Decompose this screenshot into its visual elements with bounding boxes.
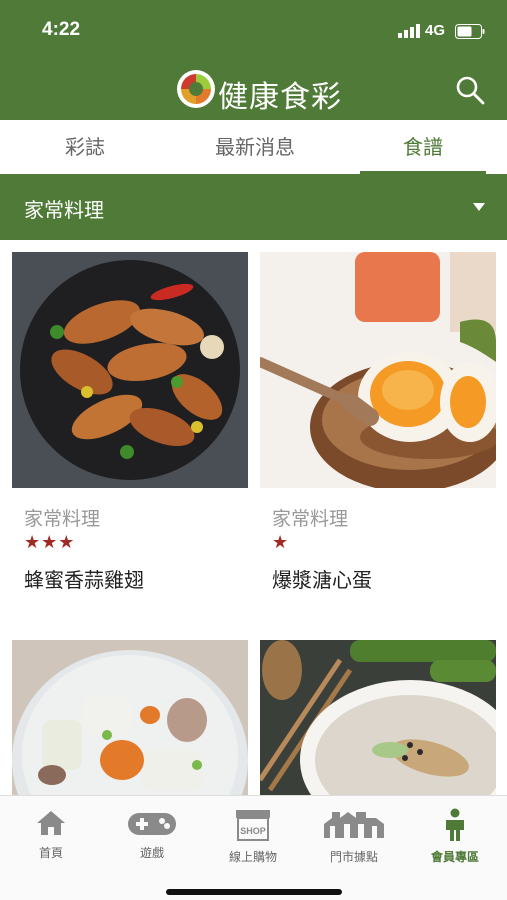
logo-icon — [177, 70, 215, 108]
home-indicator[interactable] — [166, 889, 342, 895]
nav-item-games[interactable]: 遊戲 — [107, 808, 197, 861]
nav-item-shop[interactable]: SHOP 線上購物 — [208, 808, 298, 865]
recipe-name: 爆漿溏心蛋 — [272, 568, 372, 592]
recipe-card[interactable] — [260, 640, 496, 795]
recipe-name: 蜂蜜香蒜雞翅 — [24, 568, 144, 592]
category-dropdown-label: 家常料理 — [24, 198, 104, 222]
recipe-photo-congee — [260, 640, 496, 795]
battery-icon — [455, 24, 485, 39]
tab-recipes[interactable]: 食譜 — [360, 120, 486, 174]
nav-item-member[interactable]: 會員專區 — [410, 808, 500, 865]
recipe-photo-chicken-wings — [12, 252, 248, 488]
nav-label: 遊戲 — [139, 846, 164, 860]
shop-icon: SHOP — [236, 810, 270, 841]
recipe-rating-stars: ★ — [272, 532, 290, 553]
shop-icon-text: SHOP — [240, 826, 266, 836]
caret-down-icon — [473, 203, 485, 211]
home-icon — [37, 811, 65, 835]
nav-label: 線上購物 — [228, 850, 277, 864]
tab-news[interactable]: 最新消息 — [185, 120, 325, 174]
signal-icon — [398, 24, 420, 38]
member-icon — [446, 808, 464, 841]
nav-item-store-locations[interactable]: 門市據點 — [309, 808, 399, 865]
recipe-card[interactable]: 家常料理 ★ 爆漿溏心蛋 — [260, 252, 496, 592]
recipe-card[interactable] — [12, 640, 248, 795]
network-type: 4G — [425, 22, 446, 39]
nav-label: 首頁 — [38, 846, 63, 860]
nav-label: 門市據點 — [329, 850, 378, 864]
recipe-photo-soft-boiled-egg — [260, 252, 496, 488]
nav-item-home[interactable]: 首頁 — [6, 808, 96, 861]
top-tabs: 彩誌 最新消息 食譜 — [0, 120, 507, 174]
search-icon[interactable] — [454, 74, 486, 106]
recipe-photo-soup — [12, 640, 248, 795]
app-header: 健康食彩 — [0, 60, 507, 120]
app-title: 健康食彩 — [218, 80, 342, 115]
bottom-nav: 首頁 遊戲 SHOP 線上購物 門市據點 會員專區 — [0, 795, 507, 900]
tab-magazine[interactable]: 彩誌 — [30, 120, 140, 174]
status-bar: 4:22 4G — [0, 0, 507, 60]
store-locations-icon — [324, 812, 384, 838]
recipe-card[interactable]: 家常料理 ★★★ 蜂蜜香蒜雞翅 — [12, 252, 248, 592]
nav-label: 會員專區 — [430, 850, 479, 864]
recipe-rating-stars: ★★★ — [24, 532, 76, 553]
recipe-category: 家常料理 — [272, 508, 349, 530]
status-time: 4:22 — [42, 19, 81, 40]
recipe-category: 家常料理 — [24, 508, 101, 530]
gamepad-icon — [128, 813, 176, 835]
category-dropdown[interactable]: 家常料理 — [0, 174, 507, 240]
